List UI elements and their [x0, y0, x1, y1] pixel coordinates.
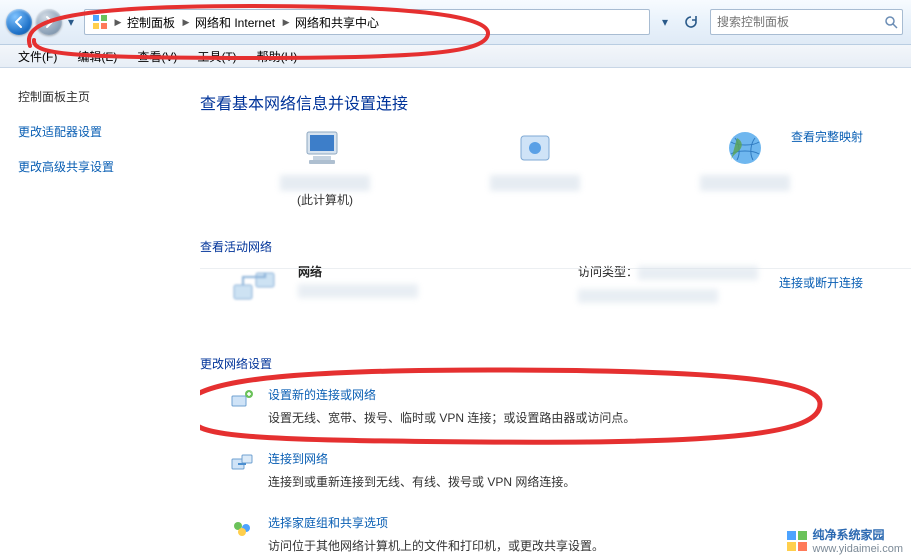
nav-history-dropdown[interactable]: ▾ [64, 12, 78, 32]
refresh-button[interactable] [680, 11, 702, 33]
homegroup-icon [230, 516, 254, 540]
watermark: 纯净系统家园 www.yidaimei.com [785, 526, 903, 555]
watermark-logo-icon [785, 529, 809, 553]
task-homegroup[interactable]: 选择家庭组和共享选项 访问位于其他网络计算机上的文件和打印机，或更改共享设置。 [230, 514, 881, 554]
task-connect-network-desc: 连接到或重新连接到无线、有线、拨号或 VPN 网络连接。 [268, 473, 575, 490]
sidebar-home[interactable]: 控制面板主页 [18, 88, 200, 105]
map-internet [700, 128, 790, 191]
chevron-right-icon[interactable]: ▶ [281, 17, 291, 28]
search-icon [884, 14, 898, 30]
breadcrumb-seg-network-sharing[interactable]: 网络和共享中心 [291, 11, 385, 33]
address-bar-row: ▾ ▶ 控制面板 ▶ 网络和 Internet ▶ 网络和共享中心 ▾ [0, 0, 911, 45]
nav-forward-button[interactable] [36, 9, 62, 35]
menu-view[interactable]: 查看(V) [129, 46, 185, 67]
menu-bar: 文件(F) 编辑(E) 查看(V) 工具(T) 帮助(H) [0, 45, 911, 68]
page-title: 查看基本网络信息并设置连接 [200, 90, 881, 114]
breadcrumb[interactable]: ▶ 控制面板 ▶ 网络和 Internet ▶ 网络和共享中心 [84, 9, 650, 35]
task-homegroup-link[interactable]: 选择家庭组和共享选项 [268, 516, 388, 530]
section-change-settings-title: 更改网络设置 [200, 355, 881, 372]
map-this-pc-label: (此计算机) [280, 191, 370, 208]
chevron-right-icon[interactable]: ▶ [181, 17, 191, 28]
active-network-name: 网络 [298, 263, 418, 280]
network-node-icon [511, 128, 559, 168]
globe-icon [721, 128, 769, 168]
breadcrumb-seg-network-internet[interactable]: 网络和 Internet [191, 11, 281, 33]
menu-file[interactable]: 文件(F) [10, 46, 65, 67]
setup-connection-icon [230, 388, 254, 412]
computer-icon [301, 128, 349, 168]
menu-edit[interactable]: 编辑(E) [69, 46, 125, 67]
search-box[interactable] [710, 9, 903, 35]
task-setup-connection-desc: 设置无线、宽带、拨号、临时或 VPN 连接；或设置路由器或访问点。 [268, 409, 635, 426]
task-connect-network-link[interactable]: 连接到网络 [268, 452, 328, 466]
breadcrumb-dropdown-button[interactable]: ▾ [654, 11, 676, 33]
map-network [490, 128, 580, 191]
link-full-map[interactable]: 查看完整映射 [791, 128, 863, 145]
main-pane: 查看基本网络信息并设置连接 (此计算机) [200, 68, 911, 559]
menu-tools[interactable]: 工具(T) [189, 46, 244, 67]
task-connect-network[interactable]: 连接到网络 连接到或重新连接到无线、有线、拨号或 VPN 网络连接。 [230, 450, 881, 490]
sidebar-change-adapter[interactable]: 更改适配器设置 [18, 123, 200, 140]
watermark-name: 纯净系统家园 [813, 526, 903, 543]
map-this-pc: (此计算机) [280, 128, 370, 208]
task-setup-connection-link[interactable]: 设置新的连接或网络 [268, 388, 376, 402]
chevron-right-icon[interactable]: ▶ [113, 17, 123, 28]
breadcrumb-seg-control-panel[interactable]: 控制面板 [123, 11, 181, 33]
watermark-url: www.yidaimei.com [813, 543, 903, 555]
control-panel-icon [91, 13, 109, 31]
search-input[interactable] [715, 14, 884, 30]
nav-back-button[interactable] [6, 9, 32, 35]
connect-network-icon [230, 452, 254, 476]
task-setup-connection[interactable]: 设置新的连接或网络 设置无线、宽带、拨号、临时或 VPN 连接；或设置路由器或访… [230, 386, 881, 426]
sidebar: 控制面板主页 更改适配器设置 更改高级共享设置 [0, 68, 200, 559]
menu-help[interactable]: 帮助(H) [249, 46, 306, 67]
section-active-networks-title: 查看活动网络 [200, 238, 881, 255]
link-connect-disconnect[interactable]: 连接或断开连接 [779, 274, 863, 291]
network-icon [230, 263, 278, 311]
sidebar-advanced-sharing[interactable]: 更改高级共享设置 [18, 158, 200, 175]
task-homegroup-desc: 访问位于其他网络计算机上的文件和打印机，或更改共享设置。 [268, 537, 604, 554]
